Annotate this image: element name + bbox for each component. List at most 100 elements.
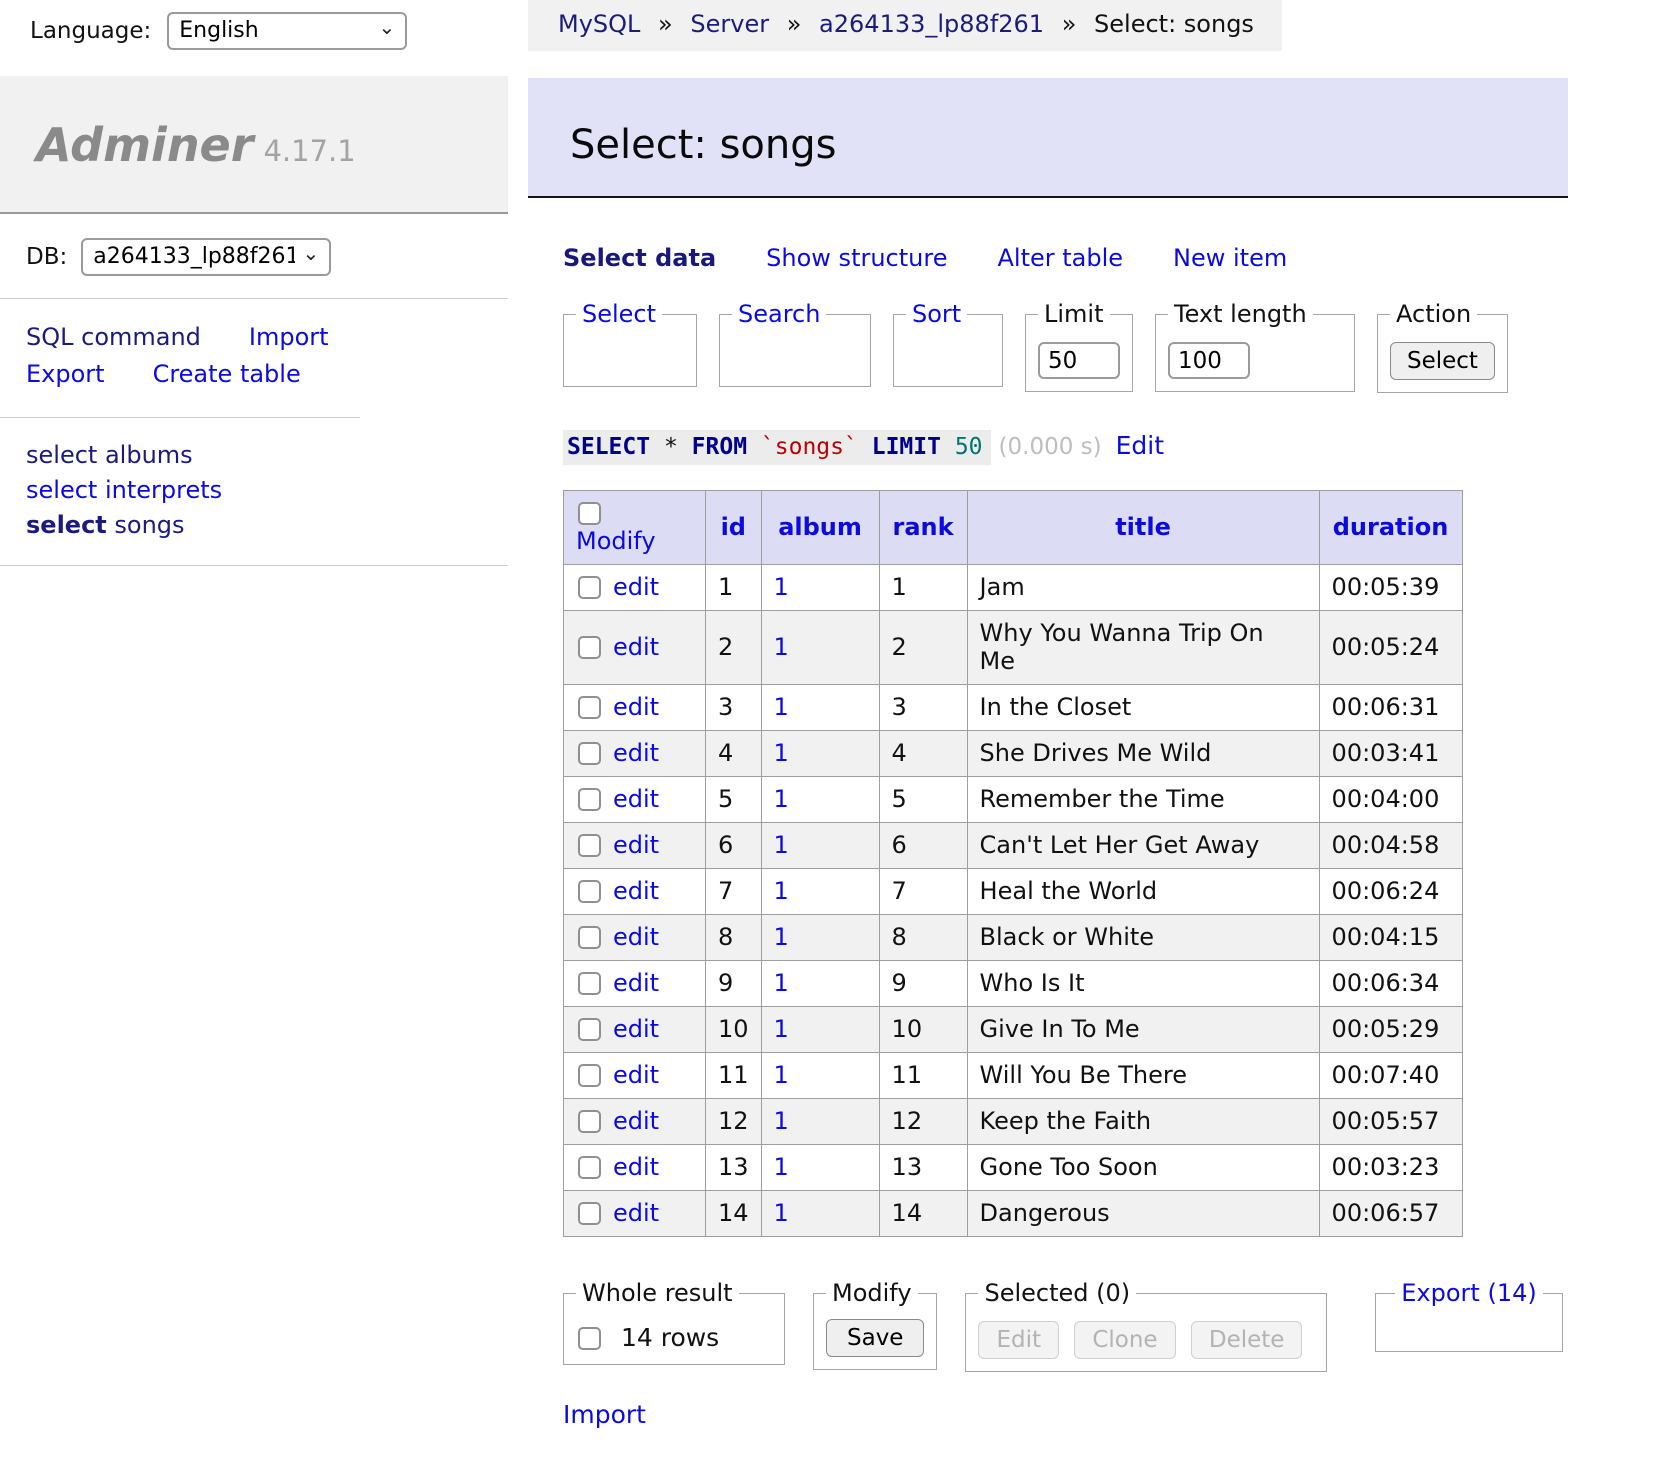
album-link[interactable]: 1 <box>774 573 789 601</box>
table-row: edit10110Give In To Me00:05:29 <box>564 1007 1463 1053</box>
fieldset-whole-result: Whole result 14 rows <box>563 1279 785 1365</box>
export-link[interactable]: Export (14) <box>1401 1279 1536 1307</box>
select-all-checkbox[interactable] <box>578 502 601 525</box>
cell-title: Why You Wanna Trip On Me <box>967 611 1319 685</box>
row-checkbox[interactable] <box>578 576 601 599</box>
cell-rank: 9 <box>879 961 967 1007</box>
sidebar-link-create-table[interactable]: Create table <box>153 358 301 391</box>
sql-limit-value: 50 <box>955 434 983 460</box>
edit-link[interactable]: edit <box>613 693 659 721</box>
column-header-album[interactable]: album <box>778 513 862 541</box>
edit-link[interactable]: edit <box>613 831 659 859</box>
language-select[interactable]: English <box>167 12 407 50</box>
edit-link[interactable]: edit <box>613 1107 659 1135</box>
row-checkbox[interactable] <box>578 926 601 949</box>
db-select-wrap: a264133_lp88f261 <box>81 238 331 276</box>
tab-new-item[interactable]: New item <box>1173 244 1287 272</box>
modify-cell: edit <box>564 1191 706 1237</box>
search-fieldset-link[interactable]: Search <box>738 300 820 328</box>
album-link[interactable]: 1 <box>774 633 789 661</box>
modify-cell: edit <box>564 1145 706 1191</box>
album-link[interactable]: 1 <box>774 923 789 951</box>
query-edit-link[interactable]: Edit <box>1116 431 1164 460</box>
select-interprets-link[interactable]: select <box>26 476 97 504</box>
breadcrumb-server-link[interactable]: Server <box>690 10 769 38</box>
row-checkbox[interactable] <box>578 1202 601 1225</box>
limit-input[interactable] <box>1038 342 1120 379</box>
breadcrumb-separator: » <box>787 10 802 38</box>
column-header-rank[interactable]: rank <box>893 513 954 541</box>
album-link[interactable]: 1 <box>774 831 789 859</box>
album-link[interactable]: 1 <box>774 877 789 905</box>
row-checkbox[interactable] <box>578 880 601 903</box>
row-checkbox[interactable] <box>578 696 601 719</box>
whole-result-checkbox[interactable] <box>578 1327 601 1350</box>
select-button[interactable]: Select <box>1390 342 1495 380</box>
breadcrumb-current: Select: songs <box>1094 10 1254 38</box>
edit-link[interactable]: edit <box>613 1153 659 1181</box>
import-link[interactable]: Import <box>563 1400 646 1429</box>
row-checkbox[interactable] <box>578 636 601 659</box>
select-songs-link[interactable]: select <box>26 511 107 539</box>
tab-show-structure[interactable]: Show structure <box>766 244 947 272</box>
album-link[interactable]: 1 <box>774 1199 789 1227</box>
album-link[interactable]: 1 <box>774 1061 789 1089</box>
clone-selected-button[interactable]: Clone <box>1074 1321 1175 1359</box>
edit-link[interactable]: edit <box>613 633 659 661</box>
row-checkbox[interactable] <box>578 1110 601 1133</box>
delete-selected-button[interactable]: Delete <box>1191 1321 1303 1359</box>
column-header-title[interactable]: title <box>1115 513 1171 541</box>
album-link[interactable]: 1 <box>774 1153 789 1181</box>
interprets-table-link[interactable]: interprets <box>105 476 222 504</box>
column-header-id[interactable]: id <box>721 513 746 541</box>
edit-link[interactable]: edit <box>613 1015 659 1043</box>
modify-cell: edit <box>564 611 706 685</box>
album-link[interactable]: 1 <box>774 693 789 721</box>
album-link[interactable]: 1 <box>774 739 789 767</box>
edit-selected-button[interactable]: Edit <box>978 1321 1059 1359</box>
select-albums-link[interactable]: select <box>26 441 97 469</box>
row-checkbox[interactable] <box>578 1064 601 1087</box>
edit-link[interactable]: edit <box>613 877 659 905</box>
modify-header-link[interactable]: Modify <box>576 527 656 555</box>
row-checkbox[interactable] <box>578 1156 601 1179</box>
db-select[interactable]: a264133_lp88f261 <box>81 238 331 276</box>
edit-link[interactable]: edit <box>613 969 659 997</box>
albums-table-link[interactable]: albums <box>105 441 193 469</box>
edit-link[interactable]: edit <box>613 923 659 951</box>
text-length-input[interactable] <box>1168 342 1250 379</box>
edit-link[interactable]: edit <box>613 573 659 601</box>
sidebar-link-sql-command[interactable]: SQL command <box>26 321 201 354</box>
edit-link[interactable]: edit <box>613 785 659 813</box>
breadcrumb-mysql-link[interactable]: MySQL <box>558 10 640 38</box>
edit-link[interactable]: edit <box>613 739 659 767</box>
row-checkbox[interactable] <box>578 834 601 857</box>
breadcrumb-database-link[interactable]: a264133_lp88f261 <box>819 10 1044 38</box>
tab-alter-table[interactable]: Alter table <box>997 244 1123 272</box>
album-link[interactable]: 1 <box>774 1015 789 1043</box>
album-link[interactable]: 1 <box>774 1107 789 1135</box>
edit-link[interactable]: edit <box>613 1061 659 1089</box>
modify-cell: edit <box>564 1099 706 1145</box>
table-row: edit515Remember the Time00:04:00 <box>564 777 1463 823</box>
edit-link[interactable]: edit <box>613 1199 659 1227</box>
select-fieldset-link[interactable]: Select <box>582 300 656 328</box>
modify-cell: edit <box>564 823 706 869</box>
sort-fieldset-link[interactable]: Sort <box>912 300 961 328</box>
album-link[interactable]: 1 <box>774 969 789 997</box>
row-checkbox[interactable] <box>578 972 601 995</box>
sidebar-link-import[interactable]: Import <box>249 321 329 354</box>
tabs: Select data Show structure Alter table N… <box>563 244 1676 272</box>
row-checkbox[interactable] <box>578 742 601 765</box>
row-checkbox[interactable] <box>578 1018 601 1041</box>
sort-fieldset-body <box>906 334 990 374</box>
save-button[interactable]: Save <box>826 1319 924 1357</box>
sidebar-item-songs: select songs <box>26 508 508 543</box>
songs-table-link[interactable]: songs <box>114 511 184 539</box>
row-checkbox[interactable] <box>578 788 601 811</box>
adminer-page: Language: English Adminer4.17.1 DB: a264… <box>0 0 1676 1429</box>
column-header-duration[interactable]: duration <box>1333 513 1449 541</box>
album-link[interactable]: 1 <box>774 785 789 813</box>
sidebar-link-export[interactable]: Export <box>26 358 105 391</box>
import-row: Import <box>563 1400 1676 1429</box>
